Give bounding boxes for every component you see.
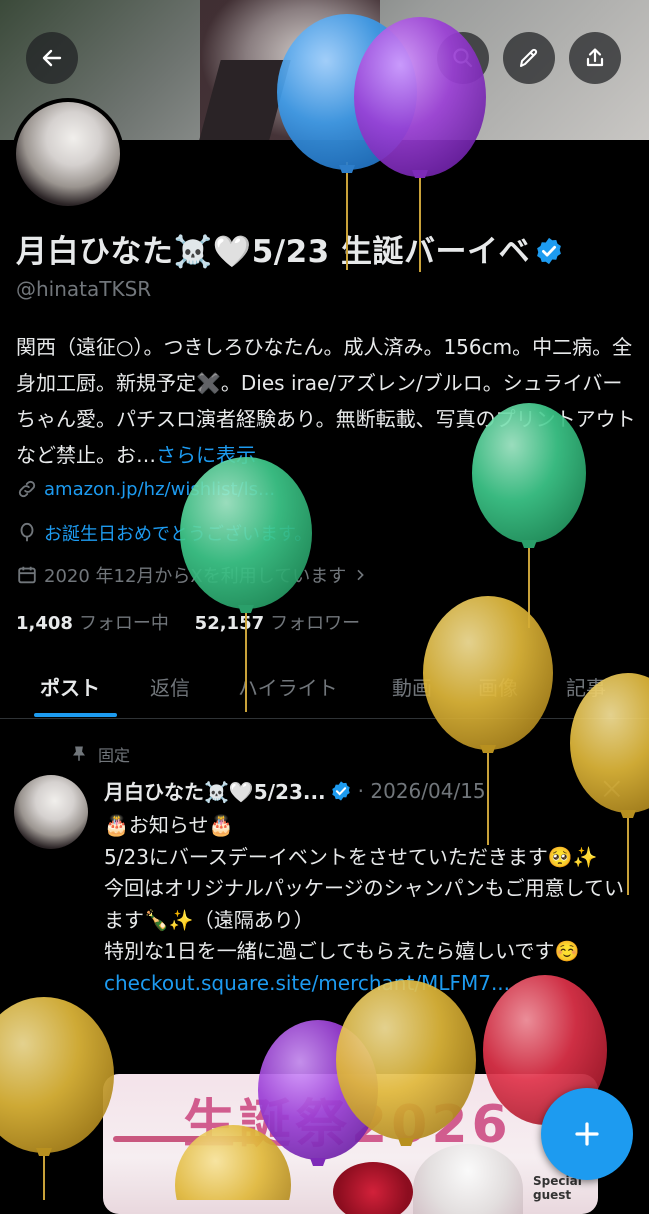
followers-count: 52,157: [194, 613, 265, 634]
balloon-icon: [20, 522, 34, 542]
post-line: 🎂お知らせ🎂: [104, 813, 234, 837]
tab-posts[interactable]: ポスト: [40, 672, 100, 701]
joined-row[interactable]: 2020 年12月からXを利用しています: [16, 562, 368, 588]
balloon: [423, 596, 553, 845]
share-icon: [586, 48, 604, 67]
link-icon: [18, 480, 36, 498]
profile-tabs: ポスト 返信 ハイライト 動画 画像 記事: [0, 660, 649, 719]
pencil-icon: [520, 48, 538, 67]
following-link[interactable]: 1,408 フォロー中: [16, 613, 169, 634]
chevron-right-icon: [357, 569, 365, 581]
profile-bio: 関西（遠征○）。つきしろひなたん。成人済み。156cm。中二病。全身加工厨。新規…: [16, 329, 636, 473]
pinned-text: 固定: [98, 746, 131, 765]
birthday-row: お誕生日おめでとうございます。: [16, 520, 312, 546]
media-arrow-decoration: [113, 1136, 263, 1142]
verified-badge-icon: [331, 780, 350, 801]
birthday-text[interactable]: お誕生日おめでとうございます。: [44, 520, 312, 546]
tab-articles[interactable]: 記事: [566, 672, 606, 701]
tab-highlights[interactable]: ハイライト: [238, 672, 338, 701]
back-button[interactable]: [26, 32, 78, 84]
profile-handle: @hinataTKSR: [16, 277, 152, 301]
balloon: [0, 997, 114, 1200]
post-line: 今回はオリジナルパッケージのシャンパンもご用意しています🍾✨（遠隔あり）: [104, 876, 624, 932]
post-header: 月白ひなた☠️🤍5/23... · 2026/04/15: [104, 776, 486, 805]
post-line: 5/23にバースデーイベントをさせていただきます🥺✨: [104, 844, 598, 869]
bio-text: 関西（遠征○）。つきしろひなたん。成人済み。156cm。中二病。全身加工厨。新規…: [16, 335, 636, 467]
pinned-label: 固定: [70, 742, 130, 766]
compose-post-button[interactable]: [541, 1088, 633, 1180]
follow-stats: 1,408 フォロー中 52,157 フォロワー: [16, 609, 360, 635]
followers-link[interactable]: 52,157 フォロワー: [195, 613, 360, 634]
calendar-icon: [18, 566, 36, 584]
edit-button[interactable]: [503, 32, 555, 84]
pin-icon: [73, 746, 85, 761]
following-label: フォロー中: [78, 613, 169, 634]
active-tab-indicator: [34, 713, 117, 717]
post-line: 特別な1日を一緒に過ごしてもらえたら嬉しいです☺️: [104, 939, 580, 963]
show-more-link[interactable]: さらに表示: [156, 443, 256, 467]
post-link[interactable]: checkout.square.site/merchant/MLFM7...: [104, 968, 634, 1000]
tab-videos[interactable]: 動画: [392, 672, 432, 701]
profile-name-text: 月白ひなた☠️🤍5/23 生誕バーイベ: [16, 234, 531, 270]
verified-badge-icon[interactable]: [534, 236, 564, 266]
share-button[interactable]: [569, 32, 621, 84]
post-date[interactable]: · 2026/04/15: [358, 779, 486, 803]
profile-name: 月白ひなた☠️🤍5/23 生誕バーイベ: [16, 226, 564, 271]
post-body: 🎂お知らせ🎂 5/23にバースデーイベントをさせていただきます🥺✨ 今回はオリジ…: [104, 810, 634, 999]
following-count: 1,408: [16, 613, 73, 634]
media-rose: [333, 1162, 413, 1214]
tab-images[interactable]: 画像: [478, 672, 518, 701]
post-avatar[interactable]: [14, 775, 88, 849]
profile-link[interactable]: amazon.jp/hz/wishlist/ls...: [44, 479, 275, 500]
profile-link-row[interactable]: amazon.jp/hz/wishlist/ls...: [16, 478, 275, 500]
profile-avatar[interactable]: [12, 98, 124, 210]
post-more-icon[interactable]: ⨉: [603, 778, 621, 803]
search-icon: [453, 48, 473, 68]
search-button[interactable]: [437, 32, 489, 84]
tab-replies[interactable]: 返信: [150, 672, 190, 701]
followers-label: フォロワー: [270, 613, 361, 634]
arrow-left-icon: [42, 49, 62, 67]
post-author[interactable]: 月白ひなた☠️🤍5/23...: [104, 776, 326, 805]
post-media-image[interactable]: 生誕祭2026 Special guest: [103, 1074, 598, 1214]
joined-text: 2020 年12月からXを利用しています: [44, 566, 347, 587]
plus-icon: [575, 1122, 599, 1146]
